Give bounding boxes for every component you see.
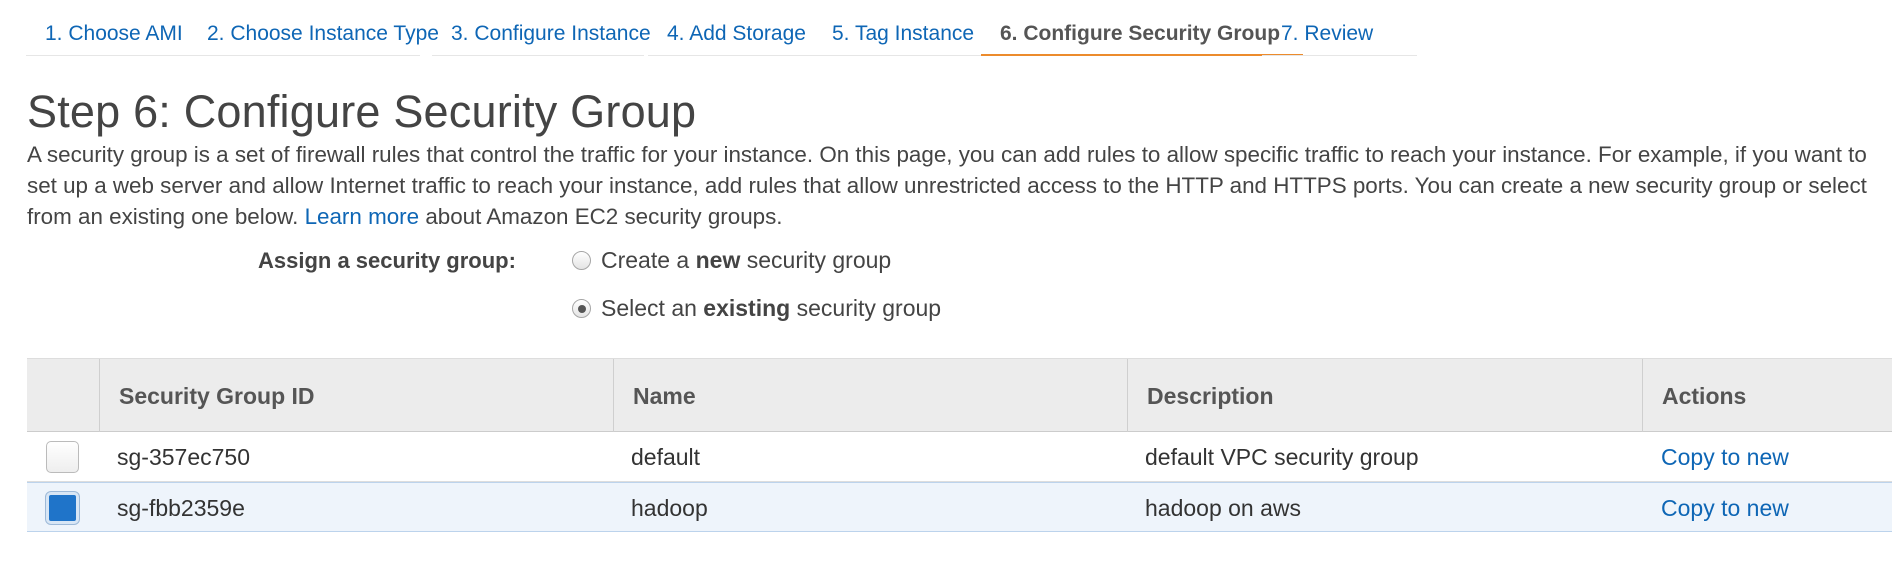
select-existing-bold: existing bbox=[703, 295, 791, 321]
create-new-radio[interactable] bbox=[572, 251, 591, 270]
col-header-name[interactable]: Name bbox=[613, 359, 1127, 433]
select-existing-prefix: Select an bbox=[601, 295, 704, 321]
cell-sg-id: sg-357ec750 bbox=[117, 444, 250, 470]
table-row[interactable]: sg-fbb2359e hadoop hadoop on aws Copy to… bbox=[27, 482, 1892, 532]
security-group-table: Security Group ID Name Description Actio… bbox=[27, 358, 1892, 532]
copy-to-new-link[interactable]: Copy to new bbox=[1661, 432, 1789, 482]
cell-description: default VPC security group bbox=[1145, 444, 1419, 470]
row-checkbox[interactable] bbox=[46, 492, 79, 524]
create-new-label: Create a new security group bbox=[601, 247, 891, 274]
cell-name: hadoop bbox=[631, 495, 708, 521]
cell-name: default bbox=[631, 444, 701, 470]
tab-review[interactable]: 7. Review bbox=[1262, 12, 1417, 56]
select-existing-sg-option[interactable]: Select an existing security group bbox=[572, 295, 941, 322]
create-new-sg-option[interactable]: Create a new security group bbox=[572, 247, 891, 274]
select-existing-suffix: security group bbox=[790, 295, 942, 321]
select-existing-label: Select an existing security group bbox=[601, 295, 941, 322]
col-header-sg-id[interactable]: Security Group ID bbox=[99, 359, 613, 433]
tab-choose-ami[interactable]: 1. Choose AMI bbox=[26, 12, 191, 56]
create-new-prefix: Create a bbox=[601, 247, 696, 273]
page-title: Step 6: Configure Security Group bbox=[27, 86, 697, 137]
create-new-suffix: security group bbox=[740, 247, 892, 273]
col-header-actions: Actions bbox=[1642, 359, 1892, 433]
copy-to-new-link[interactable]: Copy to new bbox=[1661, 483, 1789, 533]
learn-more-link[interactable]: Learn more bbox=[305, 204, 420, 229]
cell-sg-id: sg-fbb2359e bbox=[117, 495, 245, 521]
tab-configure-security-group[interactable]: 6. Configure Security Group bbox=[981, 12, 1303, 56]
col-header-description[interactable]: Description bbox=[1127, 359, 1642, 433]
create-new-bold: new bbox=[695, 247, 741, 273]
tab-configure-instance[interactable]: 3. Configure Instance bbox=[432, 12, 651, 56]
table-header: Security Group ID Name Description Actio… bbox=[27, 358, 1892, 433]
intro-suffix: about Amazon EC2 security groups. bbox=[425, 204, 783, 229]
table-row[interactable]: sg-357ec750 default default VPC security… bbox=[27, 432, 1892, 482]
tab-choose-instance-type[interactable]: 2. Choose Instance Type bbox=[188, 12, 439, 56]
select-existing-radio[interactable] bbox=[572, 299, 591, 318]
intro-text: A security group is a set of firewall ru… bbox=[27, 139, 1887, 232]
assign-security-group-label: Assign a security group: bbox=[258, 248, 516, 273]
intro-body: A security group is a set of firewall ru… bbox=[27, 142, 1867, 229]
row-checkbox[interactable] bbox=[46, 441, 79, 473]
tab-tag-instance[interactable]: 5. Tag Instance bbox=[813, 12, 993, 56]
tab-add-storage[interactable]: 4. Add Storage bbox=[648, 12, 822, 56]
cell-description: hadoop on aws bbox=[1145, 495, 1302, 521]
